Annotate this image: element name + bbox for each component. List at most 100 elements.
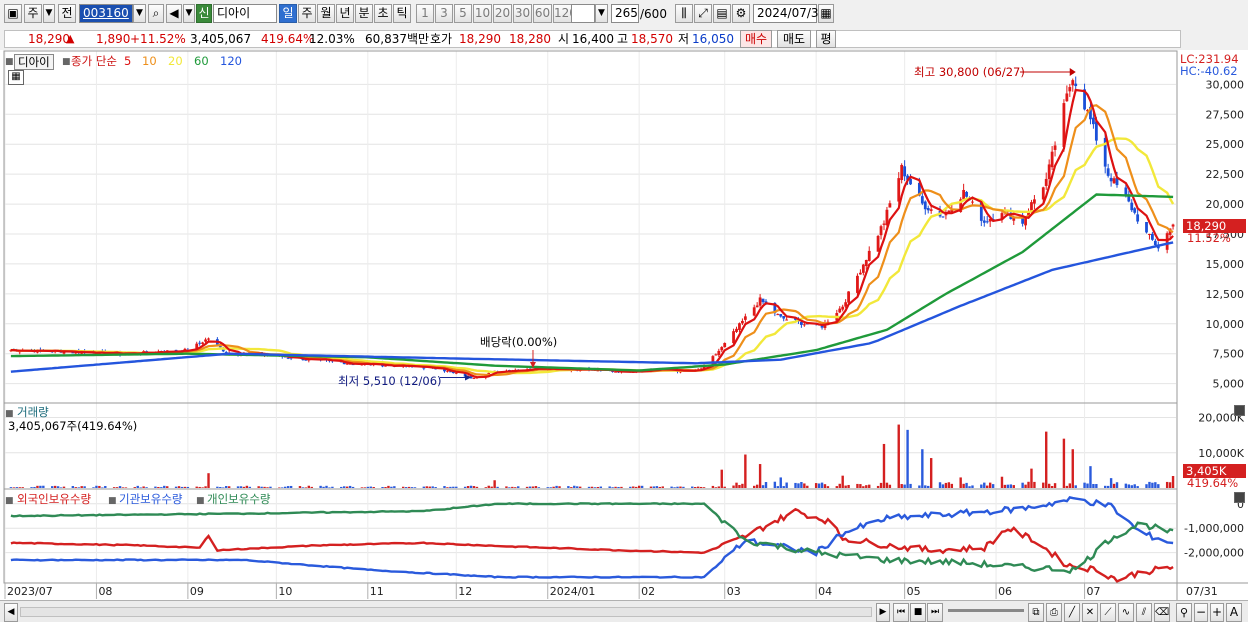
stock-name-tag[interactable]: 디아이: [14, 54, 54, 70]
candle: [920, 196, 924, 204]
volume-bar: [307, 485, 311, 488]
period-button-6[interactable]: 틱: [393, 4, 411, 23]
interval-input[interactable]: [571, 4, 595, 23]
save-icon[interactable]: ▤: [713, 4, 731, 23]
speaker-dropdown-icon[interactable]: ▼: [183, 4, 195, 23]
volume-bar: [856, 483, 859, 488]
volume-close-icon[interactable]: [1234, 405, 1245, 416]
calendar-icon[interactable]: ▦: [818, 4, 834, 23]
volume-bar: [452, 486, 455, 488]
buy-button[interactable]: 매수: [740, 30, 772, 48]
copy-icon[interactable]: ⧉: [1028, 603, 1044, 622]
volume-bar: [157, 486, 160, 488]
volume-bar: [620, 486, 623, 488]
auto-scale-icon[interactable]: A: [1226, 603, 1242, 622]
period-button-5[interactable]: 초: [374, 4, 392, 23]
volume-bar: [404, 487, 408, 488]
volume-bar: [112, 487, 116, 488]
volume-bar: [758, 464, 762, 488]
volume-bar: [345, 486, 349, 488]
minute-button-1[interactable]: 1: [416, 4, 434, 23]
zoom-icon[interactable]: ⚲: [1176, 603, 1192, 622]
volume-bar: [407, 486, 411, 488]
candle: [897, 178, 901, 202]
minute-button-3[interactable]: 3: [435, 4, 453, 23]
period-button-1[interactable]: 주: [298, 4, 316, 23]
volume-bar: [761, 485, 765, 488]
candle: [779, 314, 783, 317]
candle-type-icon[interactable]: ⫼: [675, 4, 693, 23]
crosshair-icon[interactable]: ✕: [1082, 603, 1098, 622]
tools-icon[interactable]: ⤢: [694, 4, 712, 23]
minute-button-20[interactable]: 20: [493, 4, 512, 23]
trend-line-icon[interactable]: ╱: [1064, 603, 1080, 622]
market-select[interactable]: 주: [24, 4, 42, 23]
period-button-4[interactable]: 분: [355, 4, 373, 23]
market-dropdown-icon[interactable]: ▼: [43, 4, 55, 23]
minute-button-60[interactable]: 60: [533, 4, 552, 23]
date-input[interactable]: 2024/07/31: [753, 4, 826, 23]
print-icon[interactable]: ⎙: [1046, 603, 1062, 622]
window-menu-icon[interactable]: ▣: [4, 4, 22, 23]
volume-bar: [528, 486, 532, 488]
volume-bar: [136, 485, 139, 488]
eval-button[interactable]: 평: [816, 30, 836, 48]
period-button-3[interactable]: 년: [336, 4, 354, 23]
stock-code-input[interactable]: 003160: [79, 4, 133, 23]
volume-bar: [1083, 482, 1086, 488]
minute-button-5[interactable]: 5: [454, 4, 472, 23]
low-price: 16,050: [692, 32, 734, 46]
volume-bar: [348, 485, 352, 488]
minute-button-30[interactable]: 30: [513, 4, 532, 23]
last-page-icon[interactable]: ⏭: [927, 603, 943, 622]
ask-price: 18,290: [459, 32, 501, 46]
scroll-left-icon[interactable]: ◀: [4, 603, 18, 622]
prev-button[interactable]: 전: [58, 4, 76, 23]
holding-close-icon[interactable]: [1234, 492, 1245, 503]
count-input[interactable]: 265: [611, 4, 639, 23]
stock-chart[interactable]: 5,0007,50010,00012,50015,00017,50020,000…: [0, 50, 1248, 600]
volume-bar: [1115, 482, 1119, 488]
volume-bar: [1074, 485, 1077, 488]
annotation-high: 최고 30,800 (06/27): [914, 65, 1025, 79]
volume-bar: [207, 473, 210, 488]
annotation-low: 최저 5,510 (12/06): [338, 374, 442, 388]
zoom-slider[interactable]: [948, 609, 1024, 612]
candle: [838, 308, 842, 313]
toolbar: ▣ 주 ▼ 전 003160 ▼ ⌕ ◀ ▼ 신 디아이 일주월년분초틱 135…: [0, 0, 1248, 29]
volume-bar: [83, 486, 86, 488]
volume-bar: [204, 486, 207, 488]
zoom-out-icon[interactable]: −: [1194, 603, 1208, 622]
scrollbar-track[interactable]: [20, 607, 872, 617]
wave-icon[interactable]: ∿: [1118, 603, 1134, 622]
minute-button-10[interactable]: 10: [473, 4, 492, 23]
volume-bar: [1145, 484, 1148, 488]
volume-bar: [962, 483, 965, 488]
speaker-icon[interactable]: ◀: [166, 4, 182, 23]
price-tick-label: 10,000: [1206, 318, 1245, 331]
volume-bar: [909, 483, 912, 488]
volume-bar: [487, 485, 490, 488]
grid-toggle-icon[interactable]: ▦: [8, 70, 24, 85]
volume-bar: [1050, 486, 1054, 488]
fibonacci-icon[interactable]: ⟋: [1100, 603, 1116, 622]
period-button-0[interactable]: 일: [279, 4, 297, 23]
channel-icon[interactable]: ⫽: [1136, 603, 1152, 622]
sell-button[interactable]: 매도: [777, 30, 811, 48]
search-icon[interactable]: ⌕: [148, 4, 164, 23]
interval-dropdown-icon[interactable]: ▼: [595, 4, 608, 23]
volume-pct-tag: 419.64%: [1187, 476, 1239, 490]
high-price: 18,570: [631, 32, 673, 46]
volume-bar: [484, 487, 487, 488]
scroll-right-icon[interactable]: ▶: [876, 603, 890, 622]
gear-icon[interactable]: ⚙: [732, 4, 750, 23]
stop-icon[interactable]: ■: [910, 603, 926, 622]
eraser-icon[interactable]: ⌫: [1154, 603, 1170, 622]
period-button-2[interactable]: 월: [317, 4, 335, 23]
time-tick-label: 02: [641, 585, 655, 598]
zoom-in-icon[interactable]: +: [1210, 603, 1224, 622]
volume-bar: [101, 487, 104, 489]
code-dropdown-icon[interactable]: ▼: [133, 4, 146, 23]
first-page-icon[interactable]: ⏮: [893, 603, 909, 622]
volume-bar: [428, 486, 431, 488]
